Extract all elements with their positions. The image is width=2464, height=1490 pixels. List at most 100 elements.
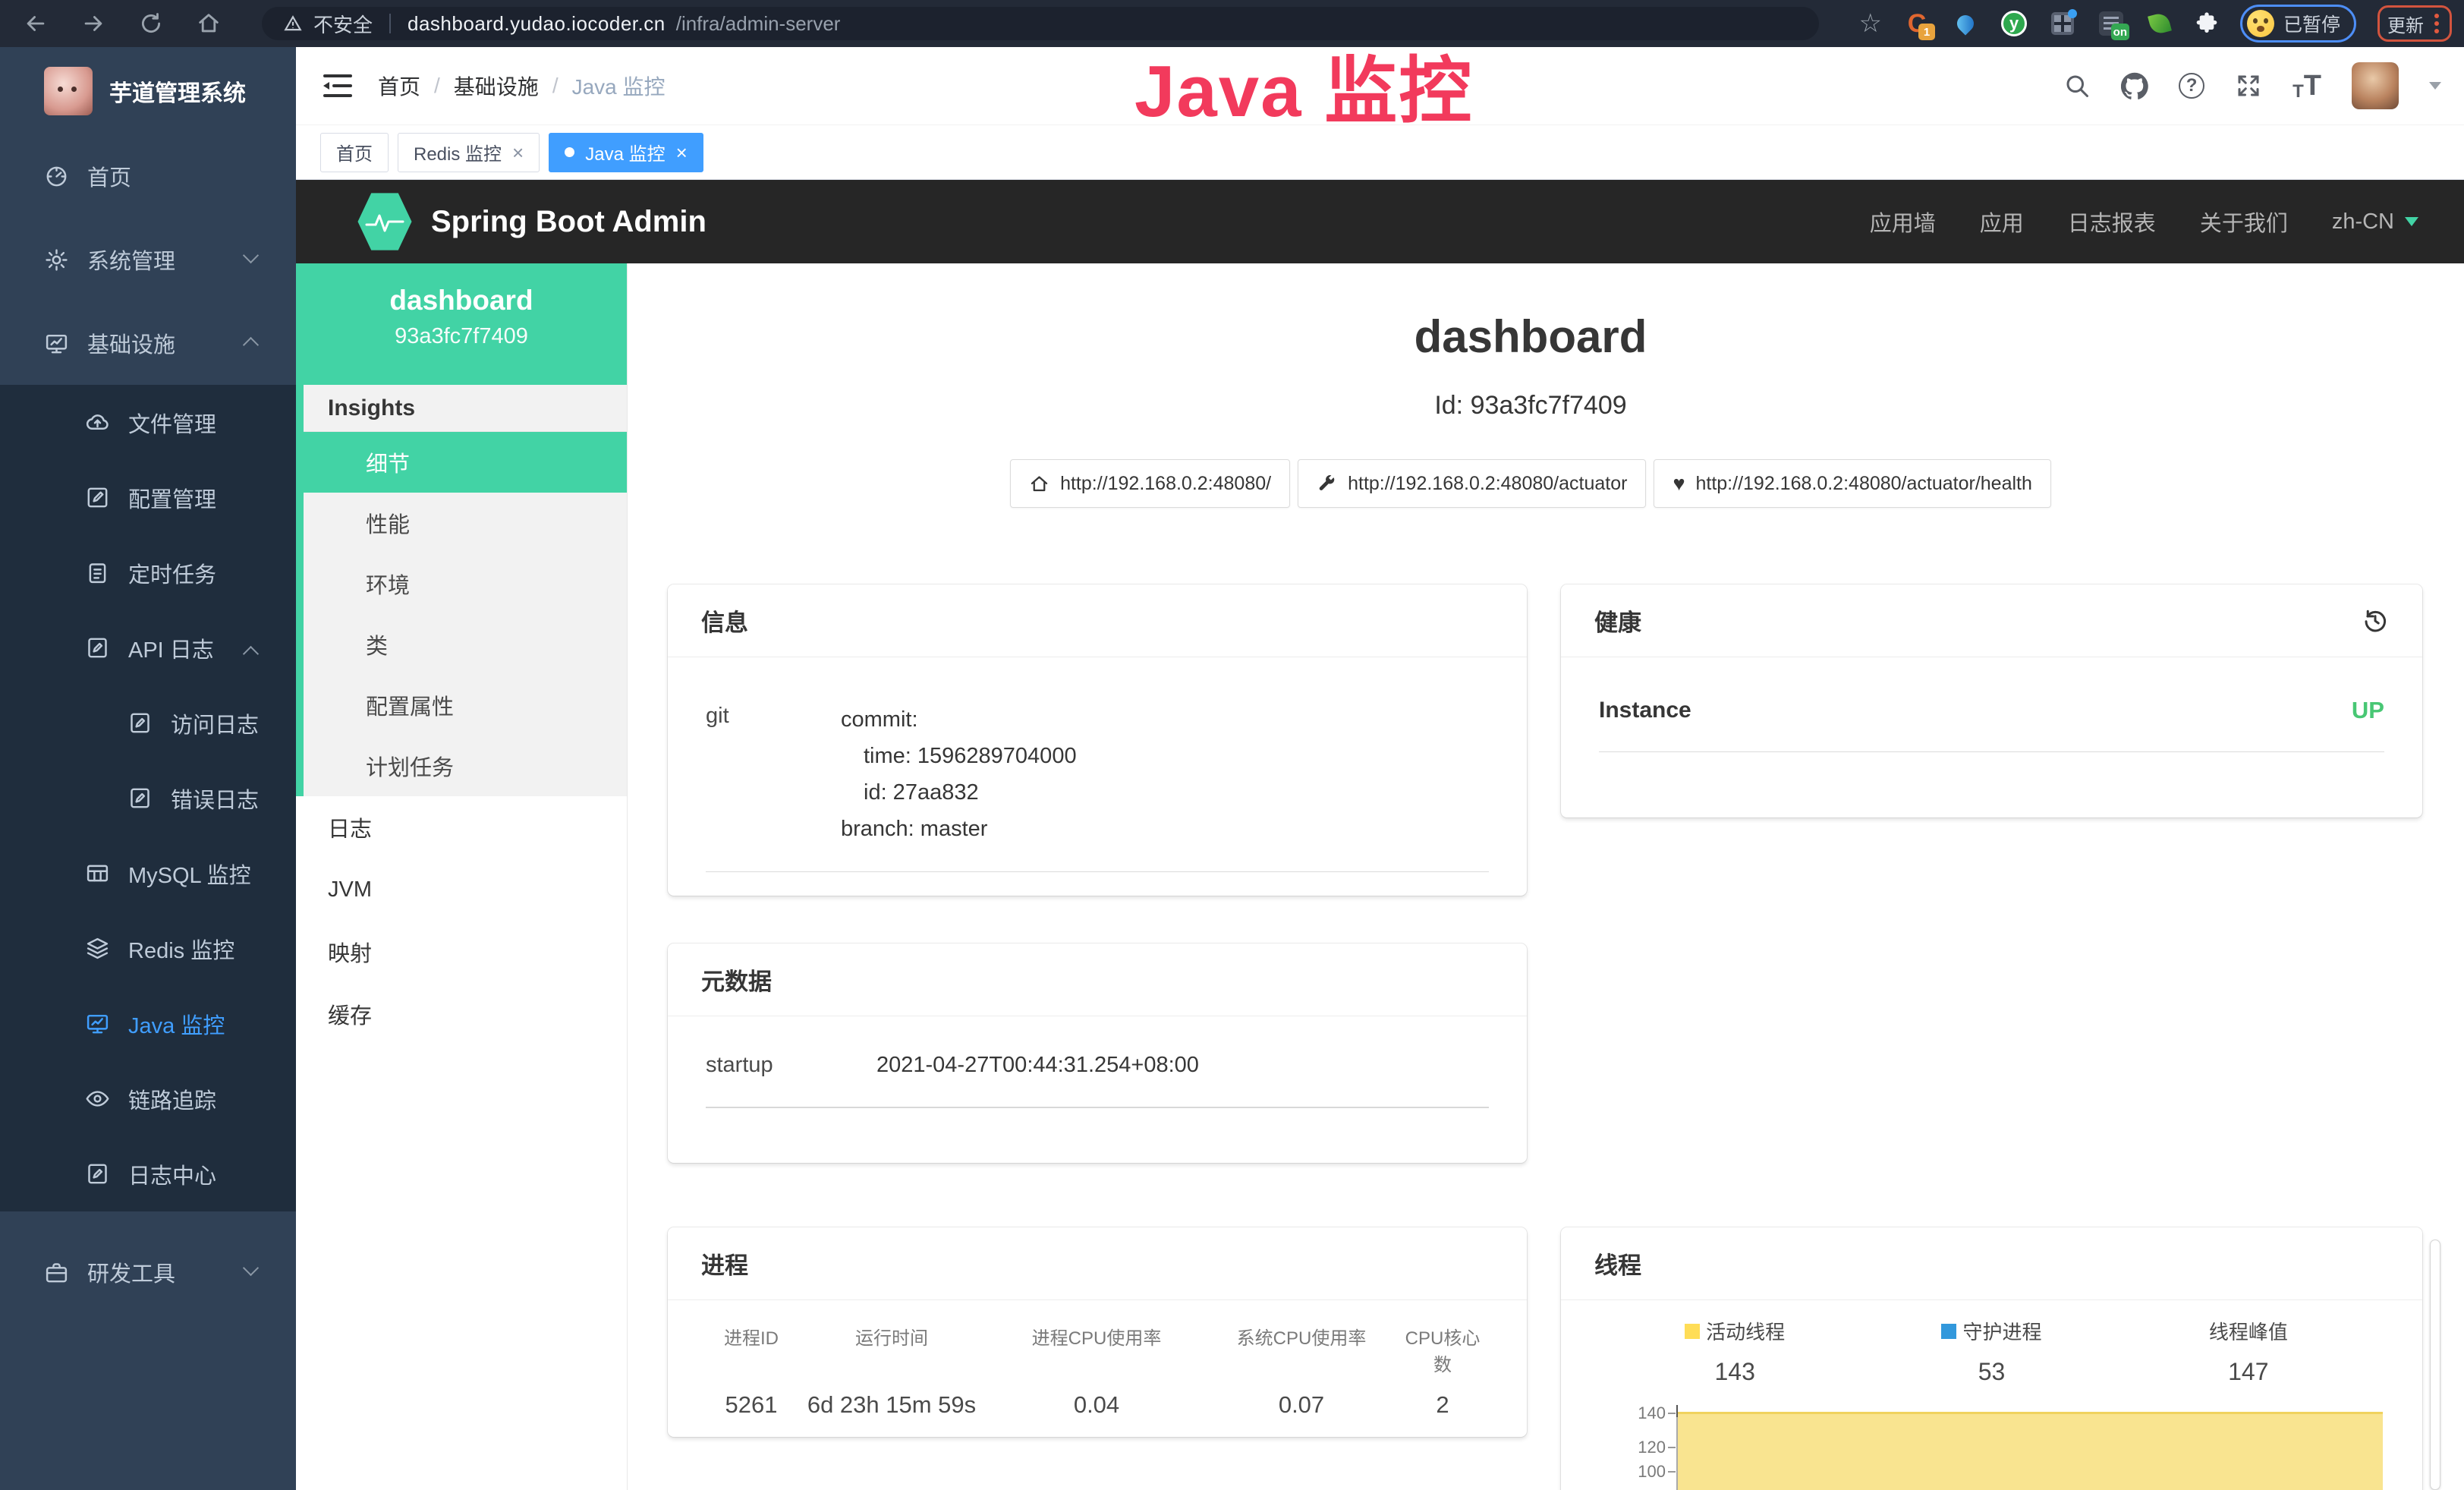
health-row-instance: Instance UP — [1599, 697, 2384, 752]
font-size-icon[interactable]: TT — [2292, 70, 2321, 102]
breadcrumb-infrastructure[interactable]: 基础设施 — [454, 71, 539, 101]
sidebar-item-infrastructure[interactable]: 基础设施 — [0, 301, 296, 385]
cloud-upload-icon — [85, 410, 110, 435]
history-icon[interactable] — [2362, 607, 2389, 635]
sba-item-details[interactable]: 细节 — [296, 432, 627, 493]
sba-nav-journal[interactable]: 日志报表 — [2068, 206, 2156, 238]
close-icon[interactable]: × — [676, 143, 688, 162]
browser-home-icon[interactable] — [196, 11, 222, 36]
close-icon[interactable]: × — [512, 143, 524, 162]
sidebar-item-scheduled-tasks[interactable]: 定时任务 — [0, 535, 296, 610]
sba-item-scheduled[interactable]: 计划任务 — [304, 736, 627, 796]
github-icon[interactable] — [2121, 72, 2148, 99]
sba-main-content: dashboard Id: 93a3fc7f7409 http://192.16… — [628, 263, 2464, 1490]
card-title: 元数据 — [701, 962, 772, 997]
sba-item-mappings[interactable]: 映射 — [296, 921, 627, 983]
sba-app-block[interactable]: dashboard 93a3fc7f7409 — [296, 263, 627, 385]
annotation-java-monitor: Java 监控 — [1134, 32, 1473, 137]
browser-reload-icon[interactable] — [138, 11, 164, 36]
sba-insights-section: Insights 细节 性能 环境 类 配置属性 计划任务 — [296, 385, 627, 796]
onetab-extension-icon[interactable]: on — [2097, 10, 2125, 37]
sba-item-caches[interactable]: 缓存 — [296, 983, 627, 1045]
sba-nav-applications[interactable]: 应用 — [1980, 206, 2024, 238]
sidebar-item-system-mgmt[interactable]: 系统管理 — [0, 218, 296, 301]
page-scrollbar-thumb[interactable] — [2430, 1240, 2440, 1490]
sidebar-item-file-mgmt[interactable]: 文件管理 — [0, 385, 296, 460]
sidebar-item-access-logs[interactable]: 访问日志 — [0, 685, 296, 761]
sidebar-item-redis-monitor[interactable]: Redis 监控 — [0, 911, 296, 986]
browser-forward-icon[interactable] — [80, 11, 106, 36]
info-card: 信息 git commit: time: 1596289704000 id: 2… — [668, 584, 1527, 896]
threads-chart: 140 120 100 — [1561, 1227, 2422, 1490]
pin-extension-icon[interactable] — [1952, 10, 1979, 37]
sidebar-item-api-logs[interactable]: API 日志 — [0, 610, 296, 685]
y-circle-extension-icon[interactable]: y — [2000, 10, 2028, 37]
sba-item-config-props[interactable]: 配置属性 — [304, 675, 627, 736]
chevron-down-icon — [2405, 217, 2418, 226]
browser-back-icon[interactable] — [23, 11, 49, 36]
sba-language-select[interactable]: zh-CN — [2332, 209, 2418, 235]
sidebar-item-dev-tools[interactable]: 研发工具 — [0, 1230, 296, 1314]
breadcrumb-home[interactable]: 首页 — [378, 71, 420, 101]
sba-item-environment[interactable]: 环境 — [304, 553, 627, 614]
avatar-caret-down-icon[interactable] — [2429, 82, 2441, 90]
sba-nav-wallboard[interactable]: 应用墙 — [1870, 206, 1936, 238]
health-card: 健康 Instance UP — [1561, 584, 2422, 817]
address-bar[interactable]: 不安全 dashboard.yudao.iocoder.cn /infra/ad… — [262, 7, 1819, 40]
grid-extension-icon[interactable] — [2049, 10, 2076, 37]
sba-item-classes[interactable]: 类 — [304, 614, 627, 675]
tab-home[interactable]: 首页 — [320, 133, 389, 172]
uptime-value: 6d 23h 15m 59s — [797, 1391, 987, 1419]
sidebar-item-error-logs[interactable]: 错误日志 — [0, 761, 296, 836]
extensions-puzzle-icon[interactable] — [2195, 11, 2219, 36]
process-card: 进程 进程ID 运行时间 进程CPU使用率 系统CPU使用率 CPU核心数 52… — [668, 1227, 1527, 1437]
service-url-button[interactable]: http://192.168.0.2:48080/ — [1010, 459, 1290, 508]
chevron-up-icon — [243, 337, 259, 353]
tab-redis-monitor[interactable]: Redis 监控 × — [398, 133, 540, 172]
dashboard-icon — [44, 164, 69, 189]
row-value: 2021-04-27T00:44:31.254+08:00 — [876, 1053, 1199, 1078]
hamburger-icon[interactable] — [323, 74, 352, 97]
card-title: 健康 — [1594, 603, 1641, 638]
sba-app-name: dashboard — [296, 285, 627, 317]
sidebar-item-config-mgmt[interactable]: 配置管理 — [0, 460, 296, 535]
sidebar-item-log-center[interactable]: 日志中心 — [0, 1136, 296, 1211]
sidebar-item-home[interactable]: 首页 — [0, 134, 296, 218]
leaf-extension-icon[interactable] — [2146, 10, 2173, 37]
sba-item-logs[interactable]: 日志 — [296, 796, 627, 858]
browser-update-button[interactable]: 更新 — [2377, 5, 2452, 42]
document-edit-icon — [127, 786, 153, 811]
app-logo[interactable]: 芋道管理系统 — [0, 47, 296, 134]
sba-app-id: 93a3fc7f7409 — [296, 324, 627, 349]
active-dot-icon — [565, 147, 574, 157]
main-column: 首页 / 基础设施 / Java 监控 ? TT 首页 Redis 监控 — [296, 47, 2464, 1490]
sidebar-item-java-monitor[interactable]: Java 监控 — [0, 986, 296, 1061]
tab-java-monitor[interactable]: Java 监控 × — [549, 133, 703, 172]
extension-badge: 1 — [1918, 24, 1935, 40]
document-edit-icon — [85, 1161, 110, 1186]
health-url-button[interactable]: ♥ http://192.168.0.2:48080/actuator/heal… — [1654, 459, 2050, 508]
help-icon[interactable]: ? — [2179, 73, 2204, 99]
sba-item-performance[interactable]: 性能 — [304, 493, 627, 553]
fullscreen-icon[interactable] — [2235, 72, 2262, 99]
profile-paused-badge[interactable]: 已暂停 — [2240, 5, 2356, 43]
eye-icon — [85, 1086, 110, 1111]
page-title: dashboard — [628, 310, 2434, 363]
sidebar-item-trace[interactable]: 链路追踪 — [0, 1061, 296, 1136]
bookmark-star-icon[interactable]: ☆ — [1859, 11, 1882, 36]
row-label: git — [706, 701, 841, 847]
page-subtitle: Id: 93a3fc7f7409 — [628, 391, 2434, 421]
search-icon[interactable] — [2063, 72, 2091, 99]
metadata-row-startup: startup 2021-04-27T00:44:31.254+08:00 — [706, 1053, 1489, 1108]
sba-item-jvm[interactable]: JVM — [296, 858, 627, 921]
browser-menu-icon[interactable] — [2434, 21, 2439, 26]
threads-card: 线程 活动线程 守护进程 线程峰值 — [1561, 1227, 2422, 1490]
briefcase-icon — [44, 1260, 69, 1285]
divider — [389, 14, 391, 33]
user-avatar[interactable] — [2352, 62, 2399, 109]
app-sidebar: 芋道管理系统 首页 系统管理 基础设施 文件管理 配置管理 — [0, 47, 296, 1490]
sidebar-item-mysql-monitor[interactable]: MySQL 监控 — [0, 836, 296, 911]
sba-nav-about[interactable]: 关于我们 — [2200, 206, 2288, 238]
actuator-url-button[interactable]: http://192.168.0.2:48080/actuator — [1298, 459, 1646, 508]
colorzilla-extension-icon[interactable]: C1 — [1903, 10, 1931, 37]
